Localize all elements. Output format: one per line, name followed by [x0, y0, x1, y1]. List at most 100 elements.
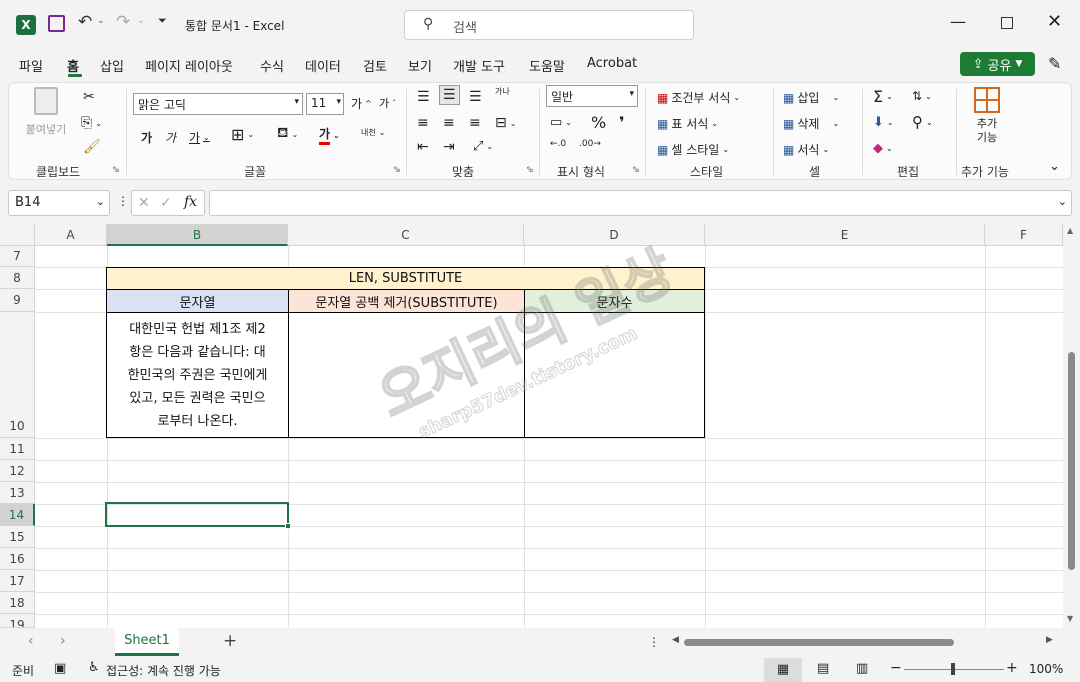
normal-view-button[interactable]: ▦: [764, 658, 802, 682]
autosum-icon[interactable]: Σ ⌄: [873, 87, 893, 106]
menu-help[interactable]: 도움말: [529, 56, 565, 75]
undo-dropdown-icon[interactable]: ⌄: [97, 16, 105, 26]
next-sheet-icon[interactable]: ›: [60, 633, 66, 649]
increase-indent-icon[interactable]: ⇥: [443, 139, 455, 155]
menu-review[interactable]: 검토: [363, 56, 387, 75]
percent-icon[interactable]: %: [591, 113, 606, 132]
row-header-11[interactable]: 11: [0, 438, 35, 460]
row-header-17[interactable]: 17: [0, 570, 35, 592]
fill-icon[interactable]: ⬇ ⌄: [873, 115, 894, 130]
clipboard-launcher-icon[interactable]: ⬂: [112, 165, 120, 175]
prev-sheet-icon[interactable]: ‹: [28, 633, 34, 649]
collapse-ribbon-icon[interactable]: ⌄: [1049, 159, 1060, 174]
more-sheets-icon[interactable]: ⋮: [648, 635, 660, 649]
row-header-12[interactable]: 12: [0, 460, 35, 482]
undo-icon[interactable]: ↶: [78, 12, 92, 32]
zoom-slider-thumb[interactable]: [951, 663, 955, 675]
more-options-icon[interactable]: ⋮: [117, 194, 129, 208]
grow-font-button[interactable]: 가 ^: [351, 95, 372, 112]
menu-page-layout[interactable]: 페이지 레이아웃: [145, 56, 233, 75]
comma-style-icon[interactable]: ❜: [619, 113, 625, 132]
font-name-select[interactable]: 맑은 고딕 ▾: [133, 93, 303, 115]
comments-icon[interactable]: ✎: [1048, 54, 1061, 73]
merge-center-icon[interactable]: ⊟ ⌄: [495, 115, 516, 131]
row-header-16[interactable]: 16: [0, 548, 35, 570]
name-box[interactable]: B14 ⌄: [8, 190, 110, 216]
vertical-scroll-thumb[interactable]: [1068, 352, 1075, 570]
redo-dropdown-icon[interactable]: ⌄: [137, 16, 145, 26]
redo-icon[interactable]: ↷: [116, 12, 130, 32]
font-color-button[interactable]: 가 ⌄: [319, 125, 340, 145]
string-value-cell[interactable]: 대한민국 헌법 제1조 제2 항은 다음과 같습니다: 대 한민국의 주권은 국…: [106, 312, 289, 438]
column-header-b[interactable]: B: [107, 224, 288, 246]
add-sheet-icon[interactable]: +: [223, 631, 237, 651]
menu-home[interactable]: 홈: [67, 56, 79, 75]
menu-developer[interactable]: 개발 도구: [453, 56, 505, 75]
maximize-button[interactable]: [1001, 17, 1013, 29]
row-header-13[interactable]: 13: [0, 482, 35, 504]
decrease-indent-icon[interactable]: ⇤: [417, 139, 429, 155]
horizontal-scroll-thumb[interactable]: [684, 639, 954, 646]
enter-icon[interactable]: ✓: [160, 195, 172, 211]
search-box[interactable]: ⚲ 검색: [404, 10, 694, 40]
decrease-decimal-icon[interactable]: .00→: [579, 139, 601, 149]
column-header-e[interactable]: E: [705, 224, 985, 246]
addins-button[interactable]: 추가 기능: [965, 87, 1009, 145]
row-header-8[interactable]: 8: [0, 267, 35, 289]
row-header-9[interactable]: 9: [0, 289, 35, 312]
char-count-value-cell[interactable]: [524, 312, 705, 438]
scroll-right-icon[interactable]: ▶: [1046, 635, 1053, 645]
insert-function-icon[interactable]: fx: [184, 194, 197, 210]
row-header-18[interactable]: 18: [0, 592, 35, 614]
zoom-out-icon[interactable]: −: [890, 660, 902, 676]
row-header-10[interactable]: 10: [0, 312, 35, 438]
expand-formula-icon[interactable]: ⌄: [1058, 195, 1067, 208]
wrap-text-button[interactable]: 가나: [495, 87, 511, 96]
select-all-corner[interactable]: [0, 224, 35, 246]
delete-cells-button[interactable]: ▦ 삭제 ⌄: [783, 115, 839, 132]
worksheet-grid[interactable]: A B C D E F 7 8 9 10 11 12 13 14 15 16 1…: [0, 224, 1080, 628]
menu-insert[interactable]: 삽입: [100, 56, 124, 75]
column-header-a[interactable]: A: [35, 224, 107, 246]
row-header-14[interactable]: 14: [0, 504, 35, 526]
bold-button[interactable]: 가: [141, 129, 152, 146]
underline-button[interactable]: 가 ⌄: [189, 129, 210, 146]
active-cell-b14[interactable]: [105, 502, 289, 527]
header-substitute[interactable]: 문자열 공백 제거(SUBSTITUTE): [288, 289, 525, 313]
clear-icon[interactable]: ◆ ⌄: [873, 141, 893, 156]
fill-color-icon[interactable]: ⛾ ⌄: [277, 125, 298, 143]
number-format-select[interactable]: 일반 ▾: [546, 85, 638, 107]
align-middle-icon[interactable]: ☰: [439, 85, 460, 105]
page-layout-view-icon[interactable]: ▤: [817, 661, 829, 676]
align-right-icon[interactable]: ≡: [469, 115, 481, 131]
share-button[interactable]: ⇪ 공유 ▼: [960, 52, 1035, 76]
shrink-font-button[interactable]: 가ˇ: [379, 95, 396, 111]
font-launcher-icon[interactable]: ⬂: [393, 165, 401, 175]
increase-decimal-icon[interactable]: ←.0: [550, 139, 566, 149]
row-header-15[interactable]: 15: [0, 526, 35, 548]
phonetic-button[interactable]: 내천 ⌄: [361, 127, 385, 138]
save-icon[interactable]: [48, 15, 65, 32]
accessibility-icon[interactable]: ♿: [88, 660, 100, 675]
row-header-7[interactable]: 7: [0, 246, 35, 267]
align-center-icon[interactable]: ≡: [443, 115, 455, 131]
cell-styles-button[interactable]: ▦ 셀 스타일 ⌄: [657, 141, 729, 158]
customize-quick-access-icon[interactable]: ⏷: [158, 14, 167, 28]
accessibility-status[interactable]: 접근성: 계속 진행 가능: [106, 662, 221, 679]
insert-cells-button[interactable]: ▦ 삽입 ⌄: [783, 89, 839, 106]
format-painter-icon[interactable]: 🖌: [83, 139, 101, 155]
vertical-scrollbar[interactable]: ▲ ▼: [1063, 224, 1080, 628]
column-header-d[interactable]: D: [524, 224, 705, 246]
align-bottom-icon[interactable]: ☰: [469, 89, 482, 105]
zoom-level[interactable]: 100%: [1029, 662, 1063, 676]
format-as-table-button[interactable]: ▦ 표 서식 ⌄: [657, 115, 718, 132]
italic-button[interactable]: 가: [165, 129, 176, 146]
formula-input[interactable]: ⌄: [209, 190, 1072, 216]
menu-view[interactable]: 보기: [408, 56, 432, 75]
substitute-value-cell[interactable]: [288, 312, 525, 438]
scroll-up-icon[interactable]: ▲: [1067, 226, 1073, 235]
borders-icon[interactable]: ⊞ ⌄: [231, 125, 254, 144]
page-break-view-icon[interactable]: ▥: [856, 661, 868, 676]
close-button[interactable]: ✕: [1047, 11, 1062, 32]
horizontal-scrollbar[interactable]: ◀ ▶: [670, 634, 1060, 650]
